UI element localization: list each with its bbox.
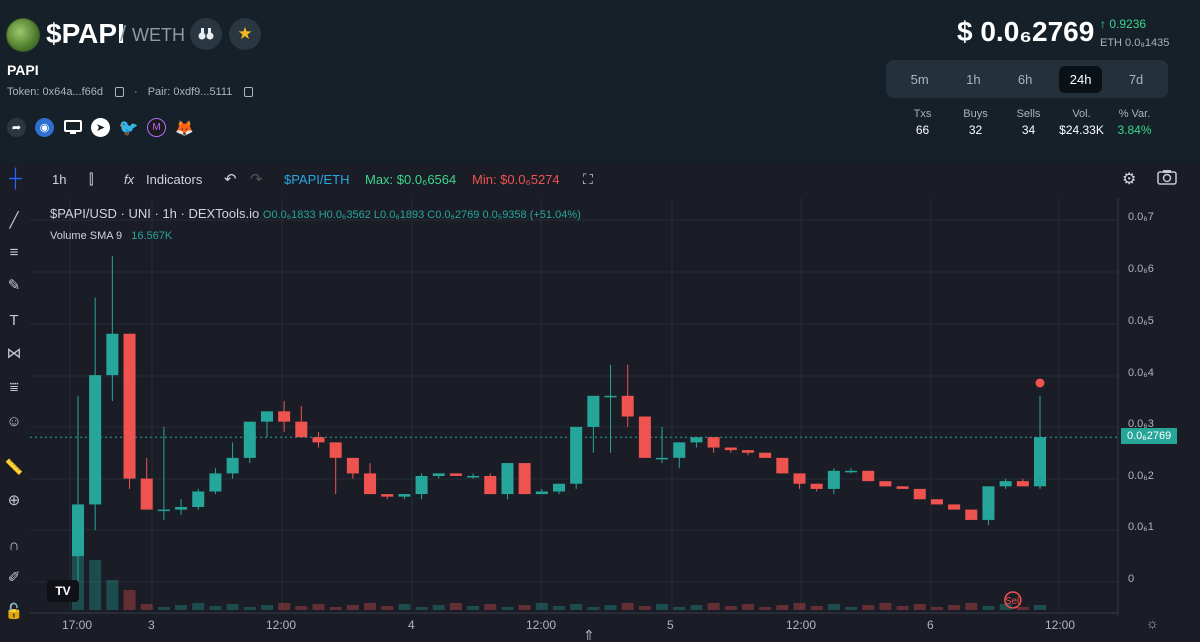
y-tick: 0.0₆5 bbox=[1128, 315, 1154, 327]
lock-drawing-icon[interactable]: ✐ bbox=[4, 568, 24, 588]
volume-label: Volume SMA 9 bbox=[50, 230, 123, 242]
horizontal-lines-icon[interactable]: ≡ bbox=[4, 243, 24, 263]
fib-icon[interactable]: ⩸ bbox=[4, 378, 24, 398]
y-tick: 0.0₆7 bbox=[1128, 211, 1154, 223]
candle-type-icon[interactable]: ⫿ bbox=[89, 171, 93, 188]
social-links: ➦ ◉ ➤ 🐦 M 🦊 bbox=[7, 118, 194, 137]
undo-icon[interactable]: ↶ bbox=[224, 170, 237, 188]
chart-symbol: $PAPI/ETH bbox=[284, 172, 350, 187]
timeframe-7d[interactable]: 7d bbox=[1118, 66, 1154, 93]
chart-panel: ┼ 1h ⫿ fx Indicators ↶ ↷ $PAPI/ETH Max: … bbox=[0, 162, 1200, 642]
y-tick: 0.0₆4 bbox=[1128, 367, 1154, 379]
copy-token-icon[interactable] bbox=[115, 87, 125, 97]
camera-icon[interactable] bbox=[1157, 169, 1177, 188]
telegram-icon[interactable]: ➤ bbox=[91, 118, 110, 137]
binoculars-button[interactable] bbox=[190, 18, 222, 50]
redo-icon[interactable]: ↷ bbox=[250, 170, 263, 188]
x-tick: 12:00 bbox=[266, 618, 297, 632]
x-tick: 5 bbox=[667, 618, 674, 632]
pair-quote: WETH bbox=[132, 25, 185, 45]
copy-pair-icon[interactable] bbox=[244, 87, 254, 97]
pair-base: $PAPI bbox=[46, 18, 125, 49]
axis-settings-icon[interactable]: ☼ bbox=[1146, 615, 1159, 631]
function-icon: fx bbox=[124, 172, 135, 187]
stat-txs: Txs 66 bbox=[913, 108, 932, 137]
address-dot: · bbox=[134, 86, 138, 98]
timeframe-5m[interactable]: 5m bbox=[900, 66, 940, 93]
brush-icon[interactable]: ✎ bbox=[4, 276, 24, 296]
token-header: $PAPI / WETH ★ PAPI Token: 0x64a...f66d … bbox=[0, 0, 1200, 162]
star-icon: ★ bbox=[237, 24, 253, 43]
drawing-toolbar: ╱ ≡ ✎ T ⋈ ⩸ ☺ 📏 ⊕ ∩ ✐ 🔓 bbox=[0, 198, 30, 642]
y-tick: 0.0₆1 bbox=[1128, 521, 1154, 533]
lock-icon[interactable]: 🔓 bbox=[4, 602, 24, 622]
crosshair-icon[interactable]: ┼ bbox=[9, 168, 22, 189]
stat-volume: Vol. $24.33K bbox=[1059, 108, 1104, 137]
fullscreen-icon[interactable]: ⛶ bbox=[583, 171, 593, 188]
timeframe-selector: 5m 1h 6h 24h 7d bbox=[886, 60, 1168, 98]
website-icon[interactable] bbox=[63, 118, 82, 137]
magnet-icon[interactable]: ∩ bbox=[4, 536, 24, 556]
settings-icon[interactable]: ⚙ bbox=[1122, 169, 1136, 189]
x-tick: 3 bbox=[148, 618, 155, 632]
y-tick: 0.0₆2 bbox=[1128, 470, 1154, 482]
min-price: Min: $0.0₆5274 bbox=[472, 172, 560, 187]
max-price: Max: $0.0₆6564 bbox=[365, 172, 457, 187]
binoculars-icon bbox=[198, 28, 214, 40]
pair-address: Pair: 0xdf9...5111 bbox=[147, 86, 233, 98]
stat-sells: Sells 34 bbox=[1016, 108, 1041, 137]
stat-buys: Buys 32 bbox=[963, 108, 988, 137]
share-icon[interactable]: ➦ bbox=[7, 118, 26, 137]
x-tick: 6 bbox=[927, 618, 934, 632]
metamask-icon[interactable]: 🦊 bbox=[175, 118, 194, 137]
x-tick: 12:00 bbox=[526, 618, 557, 632]
timeframe-6h[interactable]: 6h bbox=[1007, 66, 1043, 93]
legend-ohlc: O0.0₆1833 H0.0₆3562 L0.0₆1893 C0.0₆2769 … bbox=[262, 209, 581, 221]
tradingview-logo: TV bbox=[47, 580, 79, 602]
y-tick: 0 bbox=[1128, 573, 1135, 585]
trend-line-icon[interactable]: ╱ bbox=[4, 211, 24, 231]
twitter-icon[interactable]: 🐦 bbox=[119, 118, 139, 137]
dextools-icon[interactable]: M bbox=[147, 118, 166, 137]
indicators-button[interactable]: Indicators bbox=[146, 172, 202, 187]
x-tick: 12:00 bbox=[1045, 618, 1076, 632]
chart-toolbar: ┼ 1h ⫿ fx Indicators ↶ ↷ $PAPI/ETH Max: … bbox=[0, 162, 1200, 198]
price-in-eth: ETH 0.0₈1435 bbox=[1100, 37, 1170, 49]
timeframe-1h[interactable]: 1h bbox=[955, 66, 991, 93]
token-name: PAPI bbox=[7, 62, 39, 78]
emoji-icon[interactable]: ☺ bbox=[4, 412, 24, 432]
volume-value: 16.567K bbox=[131, 230, 173, 242]
volume-legend: Volume SMA 9 16.567K bbox=[50, 230, 172, 242]
timeframe-24h[interactable]: 24h bbox=[1058, 65, 1103, 93]
pair-separator: / bbox=[120, 21, 127, 46]
price-change: ↑ 0.9236 bbox=[1100, 17, 1147, 31]
token-address: Token: 0x64a...f66d bbox=[7, 86, 104, 98]
trade-stats: Txs 66 Buys 32 Sells 34 Vol. $24.33K % Var. 3… bbox=[896, 108, 1161, 137]
x-tick: 17:00 bbox=[62, 618, 93, 632]
current-price: $ 0.0₆2769 bbox=[957, 16, 1095, 47]
chart-legend: $PAPI/USD · UNI · 1h · DEXTools.io O0.0₆… bbox=[50, 206, 581, 221]
x-tick: 12:00 bbox=[786, 618, 817, 632]
arrow-up-icon: ↑ bbox=[1100, 17, 1106, 31]
address-row: Token: 0x64a...f66d · Pair: 0xdf9...5111 bbox=[7, 86, 254, 98]
text-tool-icon[interactable]: T bbox=[4, 311, 24, 331]
token-logo bbox=[6, 18, 40, 52]
etherscan-icon[interactable]: ◉ bbox=[35, 118, 54, 137]
stat-variation: % Var. 3.84% bbox=[1117, 108, 1152, 137]
interval-button[interactable]: 1h bbox=[52, 172, 66, 187]
favorite-button[interactable]: ★ bbox=[229, 18, 261, 50]
ruler-icon[interactable]: 📏 bbox=[4, 458, 24, 478]
legend-title: $PAPI/USD · UNI · 1h · DEXTools.io bbox=[50, 206, 260, 221]
x-tick: 4 bbox=[408, 618, 415, 632]
zoom-in-icon[interactable]: ⊕ bbox=[4, 491, 24, 511]
last-price-tag: 0.0₆2769 bbox=[1121, 428, 1177, 444]
pattern-icon[interactable]: ⋈ bbox=[4, 344, 24, 364]
y-tick: 0.0₆6 bbox=[1128, 263, 1154, 275]
